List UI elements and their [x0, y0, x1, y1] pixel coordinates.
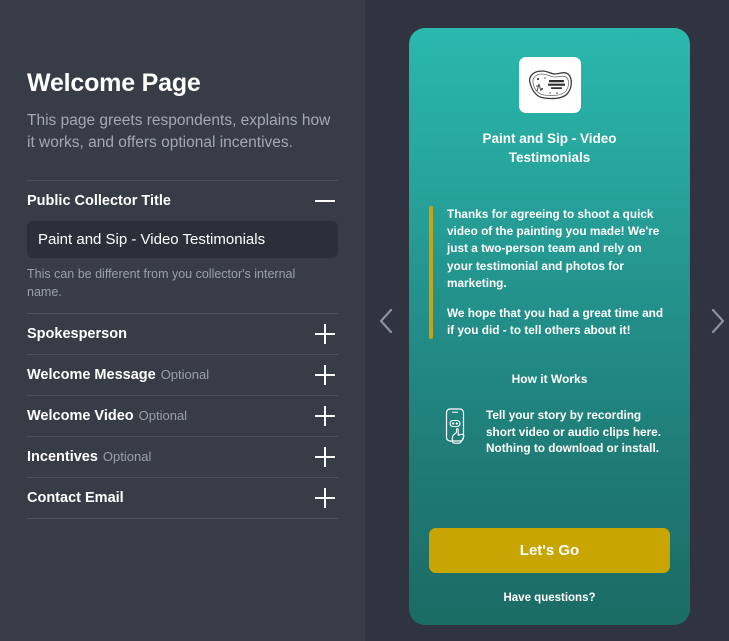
accordion-label: Incentives Optional — [27, 449, 151, 465]
cta-area: Let's Go Have questions? — [429, 528, 670, 625]
plus-icon[interactable] — [314, 323, 336, 345]
chevron-left-icon[interactable] — [373, 301, 399, 341]
how-it-works-row: Tell your story by recording short video… — [429, 407, 670, 457]
welcome-message-paragraph-1: Thanks for agreeing to shoot a quick vid… — [447, 207, 660, 290]
accordion-optional-tag: Optional — [160, 366, 210, 382]
phone-tap-icon — [443, 407, 473, 447]
welcome-message-block: Thanks for agreeing to shoot a quick vid… — [429, 206, 670, 339]
brand-block: Paint and Sip - Video Testimonials — [429, 28, 670, 167]
accordion-label-text: Incentives — [27, 448, 98, 465]
accordion-label: Contact Email — [27, 489, 124, 506]
accordion-header-public-collector-title[interactable]: Public Collector Title — [27, 181, 338, 221]
how-it-works-text: Tell your story by recording short video… — [486, 407, 662, 456]
chevron-right-icon[interactable] — [705, 301, 729, 341]
accordion-label: Welcome Message Optional — [27, 367, 209, 383]
accordion-label-text: Welcome Message — [27, 366, 156, 383]
public-collector-title-input[interactable] — [27, 220, 338, 258]
welcome-page-preview-card: Paint and Sip - Video Testimonials Thank… — [409, 28, 690, 625]
welcome-message-text: Thanks for agreeing to shoot a quick vid… — [447, 206, 670, 339]
how-it-works-heading: How it Works — [511, 371, 588, 386]
accordion-header-welcome-message[interactable]: Welcome Message Optional — [27, 355, 338, 395]
page-description: This page greets respondents, explains h… — [27, 111, 331, 151]
welcome-message-paragraph-2: We hope that you had a great time and if… — [447, 305, 664, 337]
accordion-optional-tag: Optional — [102, 448, 152, 464]
accordion-label: Public Collector Title — [27, 192, 171, 209]
plus-icon[interactable] — [314, 364, 336, 386]
page-title: Welcome Page — [27, 69, 201, 97]
minus-icon[interactable] — [314, 190, 336, 212]
accordion-header-welcome-video[interactable]: Welcome Video Optional — [27, 396, 338, 436]
brand-name: Paint and Sip - Video Testimonials — [482, 131, 617, 165]
accordion-header-contact-email[interactable]: Contact Email — [27, 478, 338, 518]
preview-panel: Paint and Sip - Video Testimonials Thank… — [365, 0, 729, 641]
plus-icon[interactable] — [314, 446, 336, 468]
lets-go-button[interactable]: Let's Go — [429, 528, 670, 573]
accordion-optional-tag: Optional — [138, 407, 188, 423]
accent-bar — [429, 206, 433, 339]
accordion-header-spokesperson[interactable]: Spokesperson — [27, 314, 338, 354]
section-divider — [27, 517, 338, 519]
accordion-label-text: Welcome Video — [27, 407, 134, 424]
accordion-header-incentives[interactable]: Incentives Optional — [27, 437, 338, 477]
welcome-page-editor-screen: Welcome Page This page greets respondent… — [0, 0, 729, 641]
have-questions-link[interactable]: Have questions? — [429, 592, 670, 604]
accordion-label: Spokesperson — [27, 325, 127, 342]
plus-icon[interactable] — [314, 405, 336, 427]
plus-icon[interactable] — [314, 487, 336, 509]
public-collector-title-field-block: This can be different from you collector… — [27, 220, 338, 313]
public-collector-title-help: This can be different from you collector… — [27, 266, 296, 299]
brand-logo-sketch-icon — [518, 57, 581, 113]
accordion-label: Welcome Video Optional — [27, 408, 187, 424]
editor-panel: Welcome Page This page greets respondent… — [0, 0, 365, 641]
